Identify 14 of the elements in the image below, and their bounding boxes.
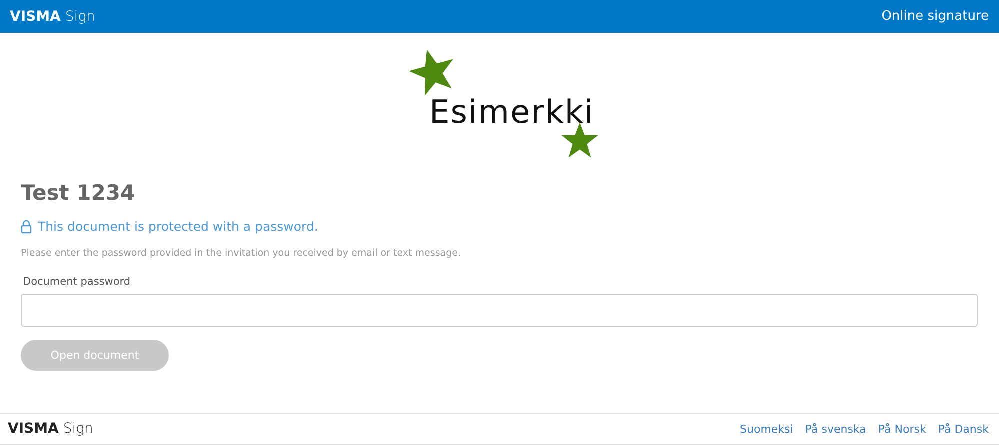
header-title: Online signature bbox=[882, 9, 989, 24]
language-link[interactable]: På svenska bbox=[805, 422, 866, 436]
brand-logo: VISMA Sign bbox=[8, 421, 94, 437]
company-logo-text: Esimerkki bbox=[430, 93, 594, 131]
password-field[interactable] bbox=[21, 294, 978, 327]
password-label: Document password bbox=[22, 276, 132, 288]
lock-icon bbox=[21, 220, 32, 234]
document-title: Test 1234 bbox=[21, 181, 136, 205]
brand-logo: VISMA Sign bbox=[10, 8, 96, 24]
language-link[interactable]: På Norsk bbox=[878, 422, 926, 436]
language-link[interactable]: Suomeksi bbox=[740, 422, 794, 436]
protected-notice: This document is protected with a password. bbox=[38, 219, 318, 234]
language-link[interactable]: På Dansk bbox=[938, 422, 989, 436]
instructions-text: Please enter the password provided in the invitation you received by email or text message. bbox=[21, 248, 462, 259]
